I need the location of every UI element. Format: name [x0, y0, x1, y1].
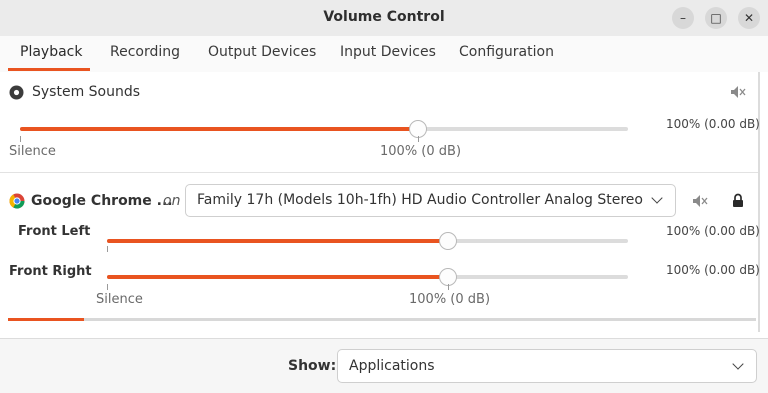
front-left-silence-tick: [107, 246, 108, 252]
front-left-slider-fill: [107, 239, 448, 243]
front-left-slider-thumb[interactable]: [439, 232, 457, 250]
title-bar: Volume Control – □ ✕: [0, 0, 768, 37]
system-sounds-slider-fill: [20, 127, 418, 131]
show-dropdown[interactable]: Applications: [337, 349, 757, 383]
active-tab-indicator: [8, 68, 90, 71]
silence-label: Silence: [9, 144, 56, 159]
front-right-slider-fill: [107, 275, 448, 279]
tab-playback[interactable]: Playback: [20, 44, 82, 60]
chevron-down-icon: [651, 192, 663, 204]
show-dropdown-value: Applications: [349, 358, 435, 374]
tab-recording[interactable]: Recording: [110, 44, 180, 60]
peak-level-fill: [8, 318, 84, 321]
output-device-value: Family 17h (Models 10h-1fh) HD Audio Con…: [197, 192, 643, 208]
tab-configuration[interactable]: Configuration: [459, 44, 554, 60]
chrome-icon: [9, 193, 25, 209]
system-sounds-icon: [9, 85, 24, 100]
vertical-scrollbar[interactable]: [758, 72, 760, 332]
window-title: Volume Control: [323, 9, 445, 25]
show-label: Show:: [288, 358, 337, 374]
maximize-button[interactable]: □: [705, 7, 727, 29]
lock-icon[interactable]: [732, 193, 744, 208]
tab-output-devices[interactable]: Output Devices: [208, 44, 316, 60]
front-right-label: Front Right: [9, 264, 92, 279]
stream-zero-db-label: 100% (0 dB): [409, 292, 491, 307]
bottom-bar: Show: Applications: [0, 338, 768, 393]
zero-db-label: 100% (0 dB): [380, 144, 462, 159]
chevron-down-icon: [732, 358, 744, 370]
stream-silence-tick: [107, 284, 108, 290]
stream-silence-label: Silence: [96, 292, 143, 307]
system-sounds-volume-readout: 100% (0.00 dB): [666, 117, 760, 131]
peak-level-meter: [8, 318, 756, 321]
tab-input-devices[interactable]: Input Devices: [340, 44, 436, 60]
stream-zero-db-tick: [448, 284, 449, 290]
zero-db-tick: [418, 136, 419, 142]
row-separator: [0, 172, 758, 173]
system-sounds-slider[interactable]: [20, 127, 628, 131]
speaker-muted-icon[interactable]: [692, 194, 708, 208]
front-left-label: Front Left: [18, 224, 91, 239]
front-right-slider[interactable]: [107, 275, 628, 279]
on-label: on: [163, 193, 181, 209]
minimize-button[interactable]: –: [672, 7, 694, 29]
tab-bar: Playback Recording Output Devices Input …: [0, 36, 768, 73]
front-left-slider[interactable]: [107, 239, 628, 243]
close-button[interactable]: ✕: [738, 7, 760, 29]
stream-app-name: Google Chrome ...: [31, 193, 173, 209]
front-right-readout: 100% (0.00 dB): [666, 263, 760, 277]
system-sounds-label: System Sounds: [32, 84, 141, 100]
output-device-dropdown[interactable]: Family 17h (Models 10h-1fh) HD Audio Con…: [185, 184, 676, 217]
speaker-muted-icon[interactable]: [730, 85, 746, 99]
front-left-readout: 100% (0.00 dB): [666, 224, 760, 238]
silence-tick: [20, 136, 21, 142]
